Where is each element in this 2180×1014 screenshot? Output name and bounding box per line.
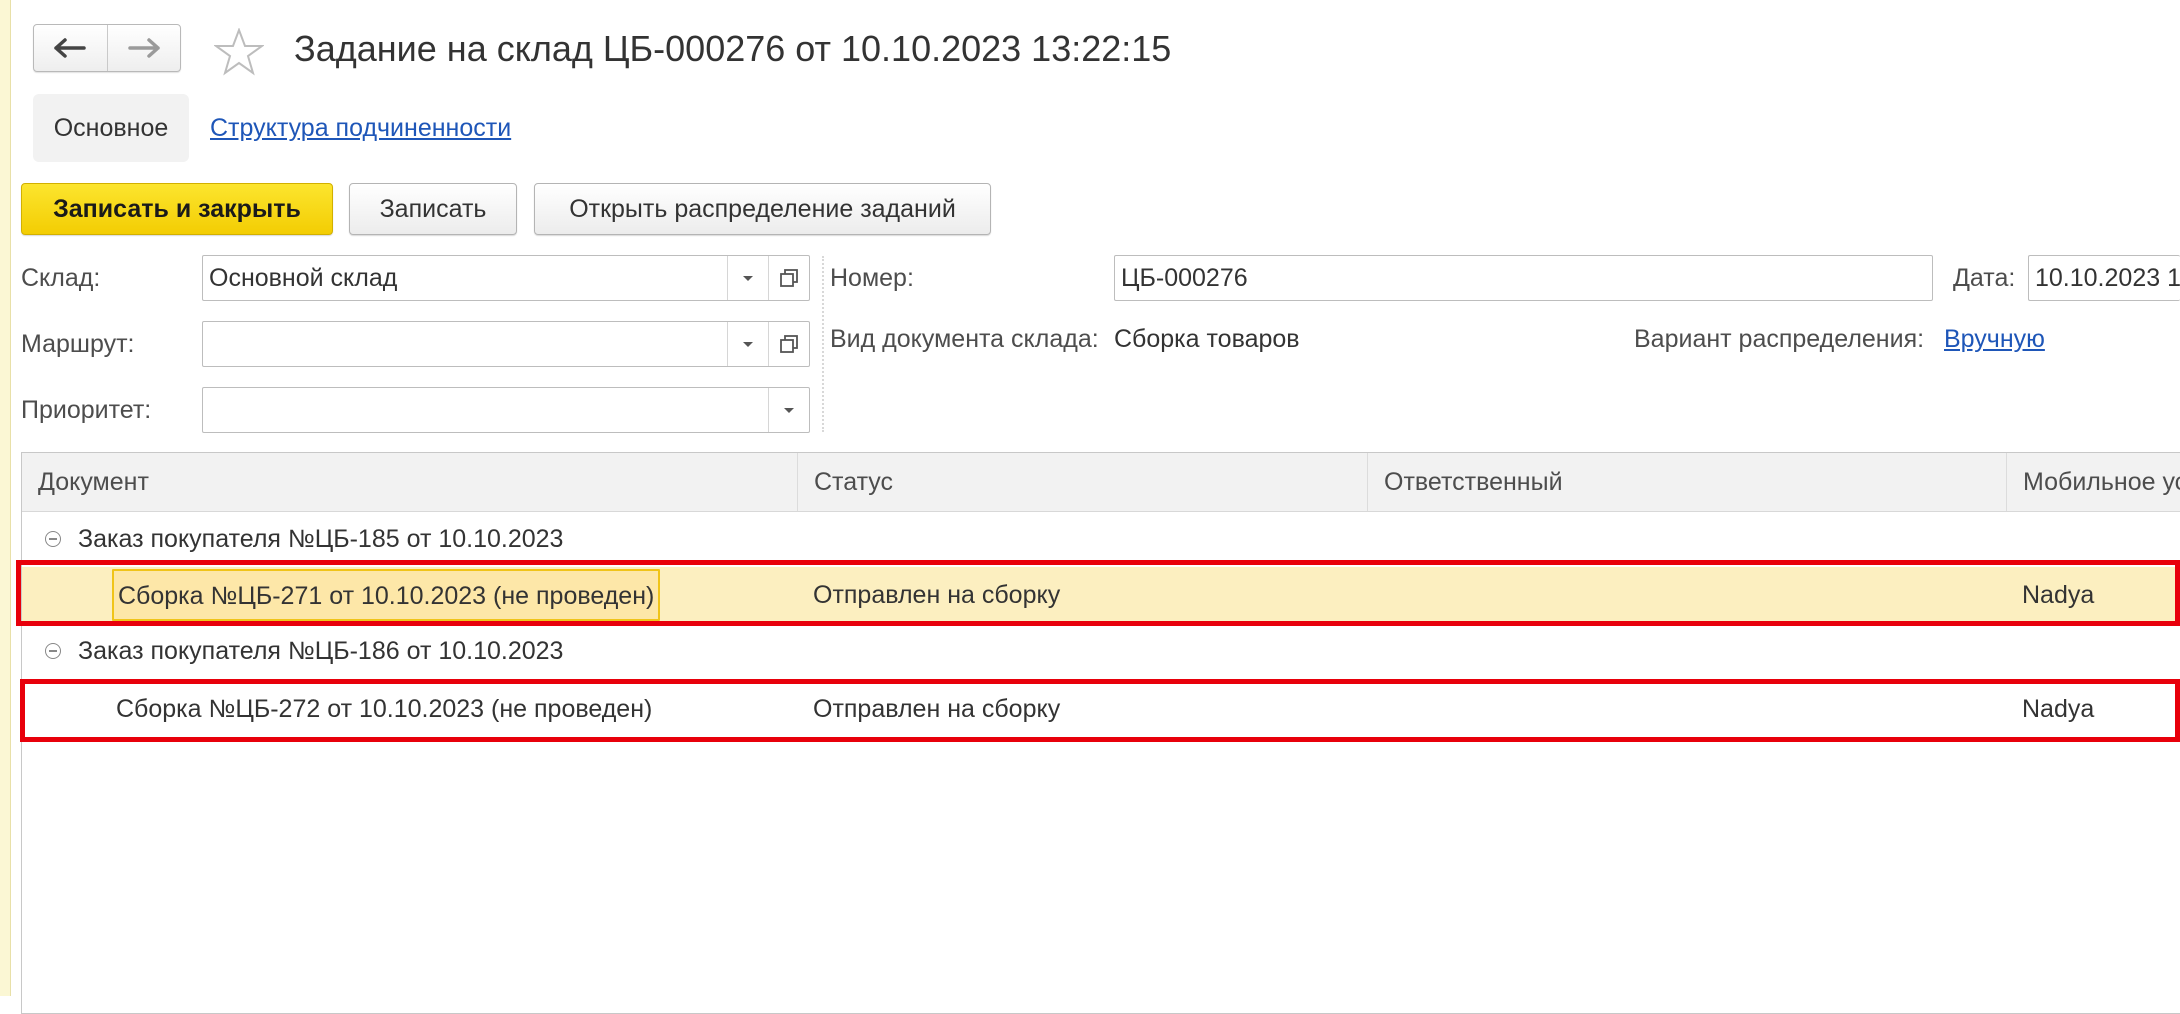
priority-label: Приоритет: <box>21 396 152 424</box>
table-row[interactable]: Сборка №ЦБ-272 от 10.10.2023 (не проведе… <box>22 681 2180 737</box>
date-field[interactable]: 10.10.2023 1 <box>2028 255 2180 301</box>
chevron-down-icon[interactable] <box>727 322 768 366</box>
chevron-down-icon[interactable] <box>768 388 809 432</box>
tab-main[interactable]: Основное <box>33 94 189 162</box>
save-and-close-button[interactable]: Записать и закрыть <box>21 183 333 235</box>
row-document[interactable]: Сборка №ЦБ-272 от 10.10.2023 (не проведе… <box>116 681 652 737</box>
page-title: Задание на склад ЦБ-000276 от 10.10.2023… <box>294 28 1172 69</box>
number-label: Номер: <box>830 264 914 292</box>
left-edge-stripe <box>0 0 11 996</box>
group-row[interactable]: Заказ покупателя №ЦБ-186 от 10.10.2023 <box>22 623 2180 679</box>
tab-subordination-structure[interactable]: Структура подчиненности <box>210 110 511 146</box>
row-mobile: Nadya <box>2022 581 2095 609</box>
table-row[interactable]: Сборка №ЦБ-271 от 10.10.2023 (не проведе… <box>22 567 2180 623</box>
route-label: Маршрут: <box>21 330 135 358</box>
row-document[interactable]: Сборка №ЦБ-271 от 10.10.2023 (не проведе… <box>112 569 661 621</box>
column-header-document[interactable]: Документ <box>22 453 797 511</box>
favorite-star-icon[interactable] <box>212 27 266 81</box>
back-button[interactable] <box>34 25 107 71</box>
doc-type-value: Сборка товаров <box>1114 325 1300 353</box>
collapse-icon[interactable] <box>45 531 61 547</box>
date-value: 10.10.2023 1 <box>2035 263 2180 292</box>
save-button[interactable]: Записать <box>349 183 517 235</box>
warehouse-value: Основной склад <box>209 263 398 292</box>
date-label: Дата: <box>1953 264 2016 292</box>
open-form-icon[interactable] <box>768 256 809 300</box>
number-value: ЦБ-000276 <box>1121 263 1248 292</box>
distribution-link[interactable]: Вручную <box>1944 321 2045 357</box>
group-row[interactable]: Заказ покупателя №ЦБ-185 от 10.10.2023 <box>22 511 2180 567</box>
column-header-mobile[interactable]: Мобильное ус <box>2006 453 2180 511</box>
row-status: Отправлен на сборку <box>813 581 1061 609</box>
warehouse-field[interactable]: Основной склад <box>202 255 810 301</box>
documents-table[interactable]: Документ Статус Ответственный Мобильное … <box>21 452 2180 1014</box>
open-form-icon[interactable] <box>768 322 809 366</box>
distribution-label: Вариант распределения: <box>1634 325 1925 353</box>
row-mobile: Nadya <box>2022 695 2095 723</box>
open-distribution-button[interactable]: Открыть распределение заданий <box>534 183 991 235</box>
column-separator <box>822 256 824 432</box>
warehouse-label: Склад: <box>21 264 101 292</box>
column-header-responsible[interactable]: Ответственный <box>1367 453 2006 511</box>
doc-type-label: Вид документа склада: <box>830 325 1099 353</box>
row-status: Отправлен на сборку <box>813 695 1061 723</box>
chevron-down-icon[interactable] <box>727 256 768 300</box>
column-header-status[interactable]: Статус <box>797 453 1367 511</box>
forward-button[interactable] <box>106 25 181 71</box>
arrow-right-icon <box>128 38 160 58</box>
group-label: Заказ покупателя №ЦБ-185 от 10.10.2023 <box>78 525 564 553</box>
route-field[interactable] <box>202 321 810 367</box>
table-header: Документ Статус Ответственный Мобильное … <box>22 453 2180 512</box>
collapse-icon[interactable] <box>45 643 61 659</box>
number-field[interactable]: ЦБ-000276 <box>1114 255 1933 301</box>
priority-field[interactable] <box>202 387 810 433</box>
arrow-left-icon <box>54 38 86 58</box>
history-nav <box>33 24 181 72</box>
group-label: Заказ покупателя №ЦБ-186 от 10.10.2023 <box>78 637 564 665</box>
